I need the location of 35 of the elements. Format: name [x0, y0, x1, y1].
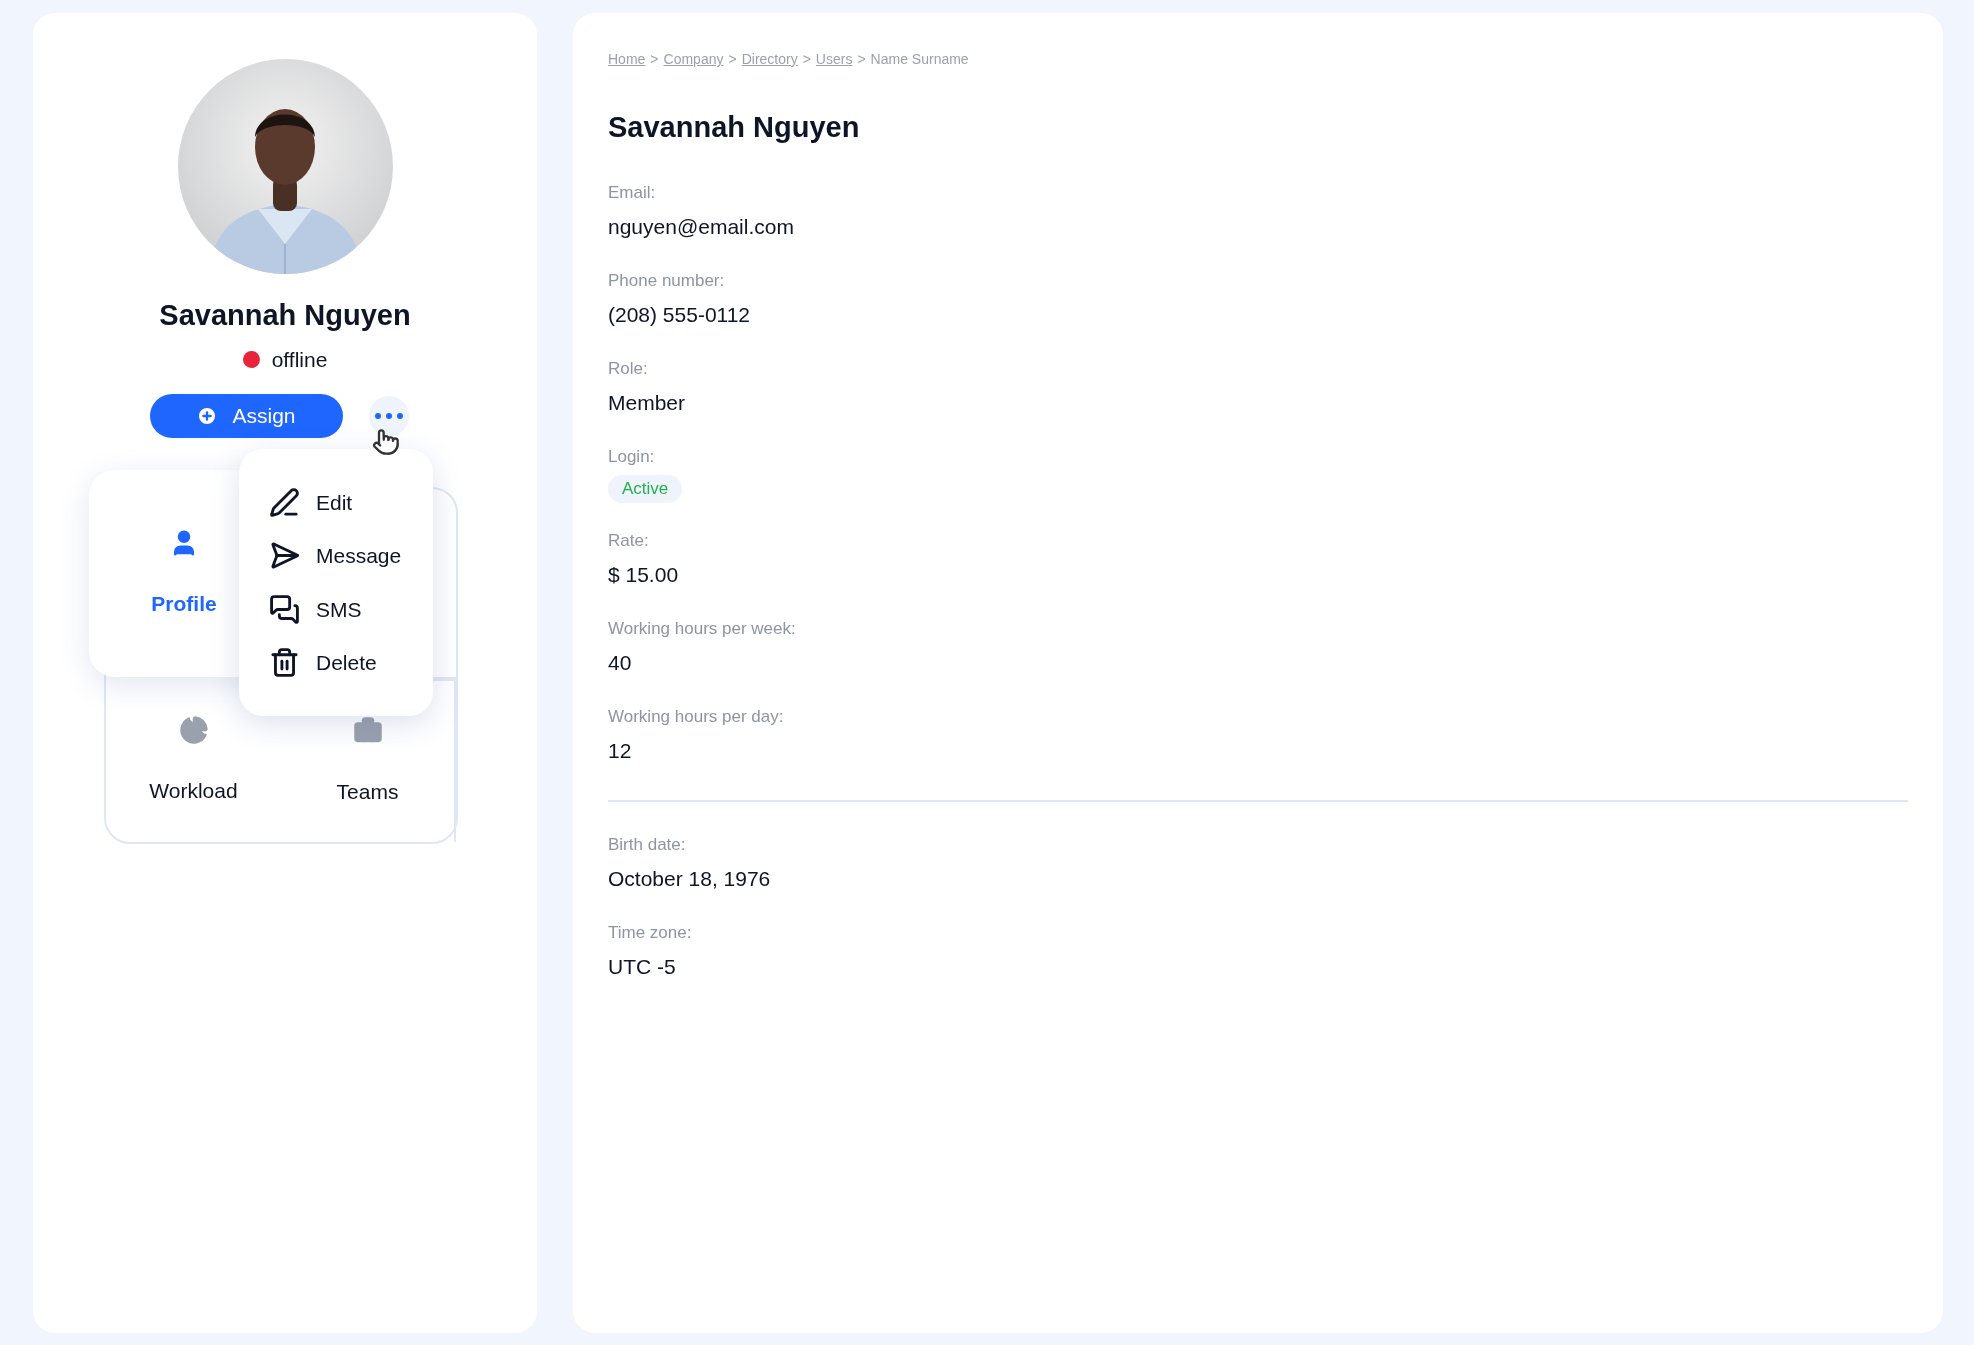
field-label: Phone number: [608, 269, 725, 292]
field-label: Login: [608, 445, 655, 468]
breadcrumb-current: Name Surname [870, 50, 969, 69]
trash-icon [269, 647, 300, 679]
page-title: Savannah Nguyen [608, 110, 861, 145]
field-value: nguyen@email.com [608, 214, 794, 240]
field-value: (208) 555-0112 [608, 302, 751, 328]
status-label: offline [271, 346, 328, 373]
ellipsis-icon [374, 413, 403, 419]
field-value: Member [608, 390, 686, 416]
send-icon [269, 540, 300, 572]
breadcrumb-separator: > [728, 50, 737, 69]
field-label: Role: [608, 357, 648, 380]
field-label: Working hours per day: [608, 705, 784, 728]
pie-chart-icon [178, 714, 209, 745]
field-label: Rate: [608, 529, 649, 552]
field-label: Email: [608, 181, 656, 204]
more-button[interactable] [368, 396, 409, 436]
chat-bubbles-icon [269, 593, 300, 625]
nav-tile[interactable]: Workload [106, 679, 281, 842]
field-label: Birth date: [608, 833, 686, 856]
breadcrumb-separator: > [802, 50, 811, 69]
breadcrumb-separator: > [650, 50, 659, 69]
field-value: UTC -5 [608, 954, 676, 980]
field-value: October 18, 1976 [608, 866, 771, 892]
breadcrumb-separator: > [857, 50, 866, 69]
field-label: Time zone: [608, 921, 692, 944]
status-badge: Active [608, 475, 683, 503]
assign-button[interactable]: Assign [149, 394, 343, 438]
field-value: $ 15.00 [608, 562, 679, 588]
field-value: 12 [608, 738, 632, 764]
profile-name: Savannah Nguyen [159, 298, 411, 333]
field-label: Working hours per week: [608, 617, 796, 640]
pen-icon [269, 486, 300, 518]
field-value: 40 [608, 650, 632, 676]
